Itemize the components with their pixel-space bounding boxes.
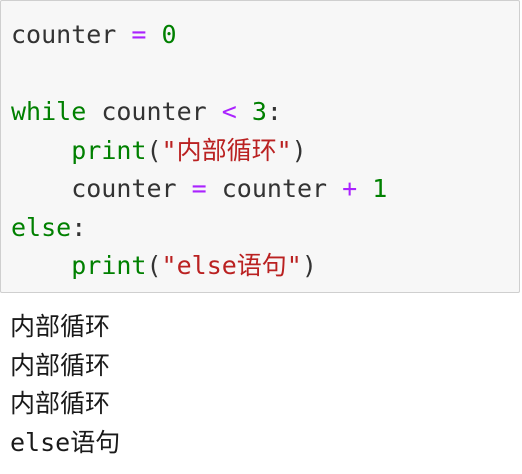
code-token-op: = [191, 174, 207, 203]
code-line: print("内部循环") [11, 132, 387, 171]
output-line: 内部循环 [10, 389, 111, 418]
code-line: else: [11, 209, 387, 248]
code-token-var: counter [11, 174, 192, 203]
output-line: 内部循环 [10, 312, 111, 341]
code-token-var [11, 251, 71, 280]
code-token-var: ) [301, 251, 317, 280]
code-line: counter = counter + 1 [11, 170, 387, 209]
code-token-var [116, 20, 131, 49]
code-token-var [146, 20, 161, 49]
code-input-cell[interactable]: counter = 0 while counter < 3: print("内部循… [0, 0, 520, 293]
code-token-kw: else [11, 212, 72, 242]
code-token-var [237, 97, 252, 126]
code-token-var: counter [11, 20, 117, 49]
code-token-var: ( [146, 251, 162, 280]
code-token-var: ( [146, 135, 162, 165]
code-line: counter = 0 [11, 16, 387, 55]
output-area: 内部循环 内部循环 内部循环 else语句 [10, 308, 120, 462]
code-token-kw: while [11, 97, 87, 126]
code-token-op: = [131, 20, 147, 49]
code-token-bi: print [71, 135, 147, 165]
code-token-var: : [71, 212, 87, 242]
code-token-str: "else语句" [161, 251, 302, 280]
code-token-var: : [266, 97, 282, 126]
code-token-var: counter [86, 97, 222, 126]
output-line: else语句 [10, 427, 121, 457]
code-token-bi: print [71, 251, 147, 280]
code-token-str: "内部循环" [161, 135, 292, 165]
code-token-op: < [221, 97, 237, 126]
code-token-var: ) [291, 135, 307, 165]
code-token-op: + [342, 174, 358, 203]
output-line: 内部循环 [10, 350, 111, 380]
code-token-var [11, 136, 71, 165]
code-token-var: counter [206, 174, 343, 203]
code-token-num: 1 [372, 174, 388, 203]
code-line: print("else语句") [11, 247, 387, 286]
code-token-num: 3 [251, 97, 267, 126]
code-line: while counter < 3: [11, 93, 387, 132]
code-token-var [357, 174, 372, 203]
code-token-num: 0 [161, 20, 177, 49]
code-block[interactable]: counter = 0 while counter < 3: print("内部循… [11, 16, 387, 286]
